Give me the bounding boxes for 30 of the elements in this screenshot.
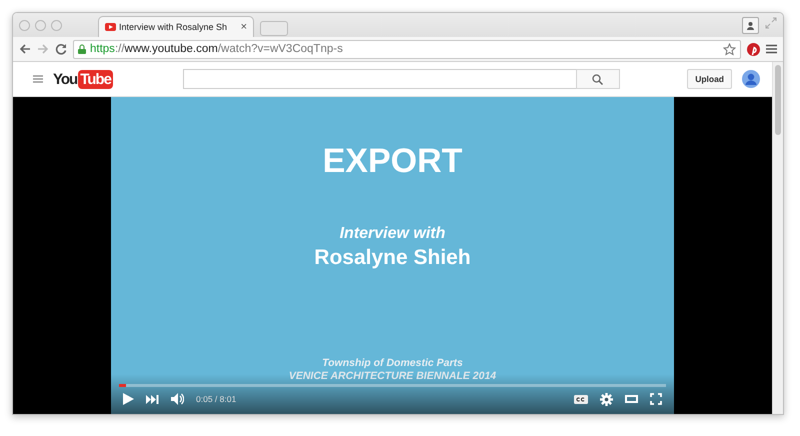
back-icon[interactable] <box>19 43 31 55</box>
star-icon[interactable] <box>723 42 736 56</box>
person-icon <box>746 20 755 30</box>
caption-text: Township of Domestic Parts <box>322 357 463 370</box>
pin-logo-icon[interactable] <box>747 42 760 56</box>
progress-track[interactable] <box>119 384 666 387</box>
menu-icon[interactable] <box>766 44 777 54</box>
scrollbar-thumb[interactable] <box>775 65 781 135</box>
reload-icon[interactable] <box>55 43 67 55</box>
video-name-text: Rosalyne Shieh <box>314 246 471 270</box>
browser-tab[interactable]: Interview with Rosalyne Sh × <box>98 16 254 37</box>
video-subtitle: Interview with <box>340 225 446 243</box>
menu-icon[interactable] <box>33 75 43 83</box>
avatar-icon[interactable] <box>742 70 760 88</box>
volume-icon[interactable] <box>171 393 184 405</box>
time-display: 0:05 / 8:01 <box>196 394 236 404</box>
play-logo-icon <box>105 23 116 31</box>
video-headline: EXPORT <box>322 142 462 181</box>
theater-mode-icon[interactable] <box>625 395 638 403</box>
lock-icon <box>78 44 86 54</box>
profile-button[interactable] <box>742 16 759 34</box>
play-icon[interactable] <box>123 393 134 405</box>
next-icon[interactable] <box>146 394 159 404</box>
search-field[interactable] <box>182 69 577 89</box>
settings-icon[interactable] <box>600 392 613 406</box>
search-icon <box>592 74 604 84</box>
search-button[interactable] <box>576 69 620 89</box>
caption-text: VENICE ARCHITECTURE BIENNALE 2014 <box>288 370 496 383</box>
upload-button[interactable]: Upload <box>687 69 732 89</box>
address-field[interactable]: https://www.youtube.com/watch?v=wV3CoqTnp-s <box>73 40 741 58</box>
